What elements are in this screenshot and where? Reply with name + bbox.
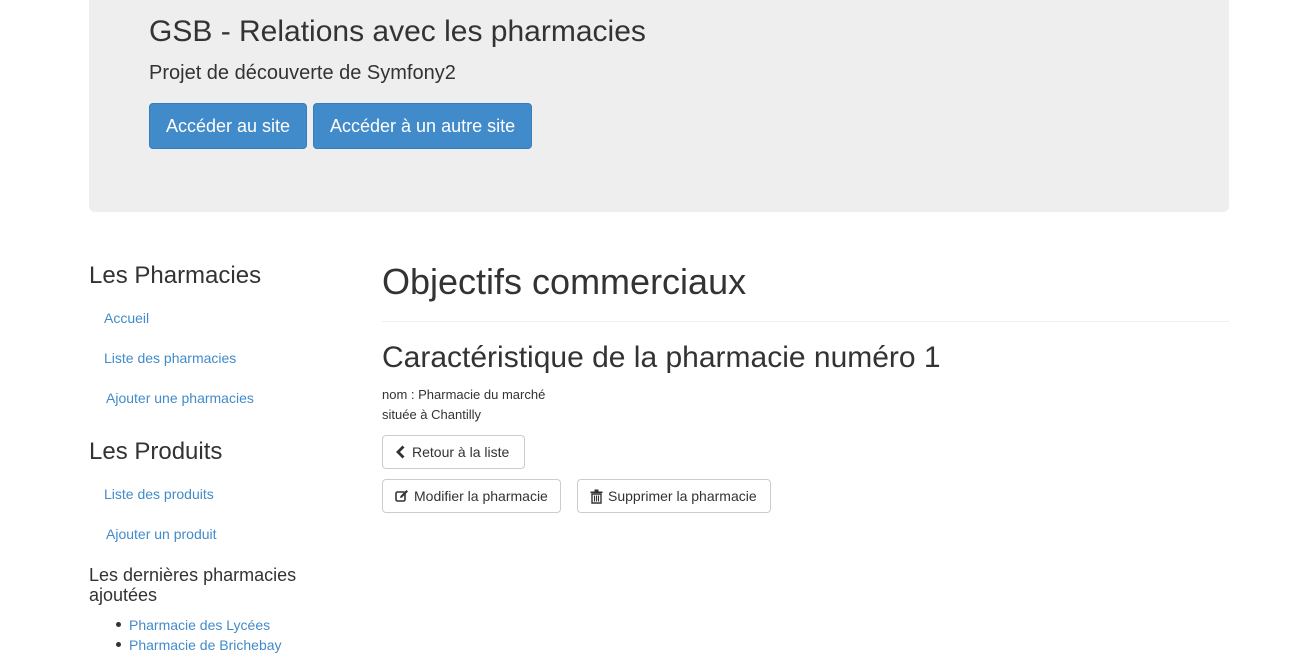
delete-pharmacy-label: Supprimer la pharmacie xyxy=(608,488,757,504)
list-item: Pharmacie des Lycées xyxy=(116,615,282,635)
produits-heading: Les Produits xyxy=(89,438,223,465)
page-title: Objectifs commerciaux xyxy=(382,261,747,302)
recent-pharmacy-link[interactable]: Pharmacie des Lycées xyxy=(129,617,270,633)
sidebar-link-accueil[interactable]: Accueil xyxy=(104,309,149,327)
back-to-list-button[interactable]: Retour à la liste xyxy=(382,435,525,469)
pharmacies-heading: Les Pharmacies xyxy=(89,262,262,289)
recent-pharmacies-heading: Les dernières pharmacies ajoutées xyxy=(89,565,297,605)
recent-pharmacies-list: Pharmacie des Lycées Pharmacie de Briche… xyxy=(116,615,282,655)
sidebar-link-liste-produits[interactable]: Liste des produits xyxy=(104,485,214,503)
site-subtitle: Projet de découverte de Symfony2 xyxy=(149,62,456,84)
pharmacy-heading: Caractéristique de la pharmacie numéro 1 xyxy=(382,341,941,374)
jumbotron: GSB - Relations avec les pharmacies Proj… xyxy=(89,0,1229,212)
chevron-left-icon xyxy=(396,445,405,459)
divider xyxy=(382,321,1229,322)
access-site-button[interactable]: Accéder au site xyxy=(149,103,307,149)
back-to-list-label: Retour à la liste xyxy=(412,444,510,460)
site-title: GSB - Relations avec les pharmacies xyxy=(149,15,646,48)
access-other-site-button[interactable]: Accéder à un autre site xyxy=(313,103,532,149)
recent-pharmacy-link[interactable]: Pharmacie de Brichebay xyxy=(129,637,282,653)
sidebar-link-ajouter-pharmacie[interactable]: Ajouter une pharmacies xyxy=(106,389,254,407)
list-item: Pharmacie de Brichebay xyxy=(116,635,282,655)
pharmacy-name: nom : Pharmacie du marché xyxy=(382,387,546,402)
pharmacy-city: située à Chantilly xyxy=(382,407,481,422)
edit-pharmacy-label: Modifier la pharmacie xyxy=(414,488,548,504)
trash-icon xyxy=(590,489,603,504)
edit-icon xyxy=(395,490,408,502)
edit-pharmacy-button[interactable]: Modifier la pharmacie xyxy=(382,479,561,513)
sidebar-link-liste-pharmacies[interactable]: Liste des pharmacies xyxy=(104,349,236,367)
delete-pharmacy-button[interactable]: Supprimer la pharmacie xyxy=(577,479,771,513)
sidebar-link-ajouter-produit[interactable]: Ajouter un produit xyxy=(106,525,217,543)
